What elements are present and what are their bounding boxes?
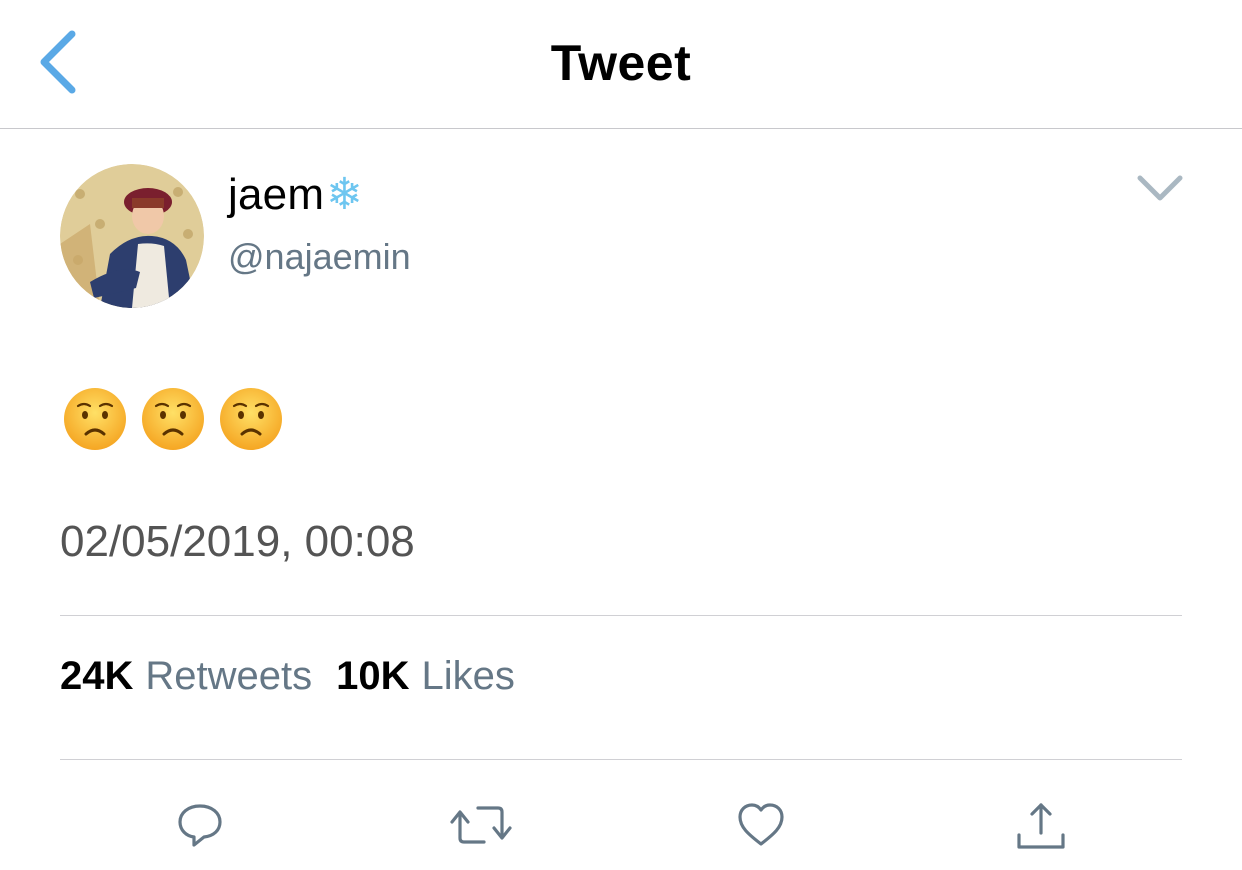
share-icon xyxy=(1017,803,1065,849)
worried-face-icon xyxy=(64,388,126,450)
divider xyxy=(60,615,1182,616)
retweet-button[interactable] xyxy=(446,790,516,860)
tweet-actions xyxy=(0,790,1242,860)
reply-icon xyxy=(178,804,222,847)
retweets-count: 24K xyxy=(60,654,134,698)
author-display-name[interactable]: jaem ❄ xyxy=(228,170,363,220)
author-handle[interactable]: @najaemin xyxy=(228,236,411,278)
like-button[interactable] xyxy=(726,790,796,860)
likes-count: 10K xyxy=(336,654,410,698)
page-title: Tweet xyxy=(550,35,692,91)
likes-label: Likes xyxy=(421,654,515,698)
like-icon xyxy=(738,803,784,846)
snowflake-icon: ❄ xyxy=(326,169,364,220)
retweets-stat[interactable]: 24K Retweets xyxy=(60,654,312,699)
tweet-options-button[interactable] xyxy=(1134,168,1186,208)
worried-face-icon xyxy=(220,388,282,450)
display-name-text: jaem xyxy=(228,170,325,219)
avatar[interactable] xyxy=(60,164,204,308)
likes-stat[interactable]: 10K Likes xyxy=(336,654,515,699)
navigation-bar: Tweet xyxy=(0,0,1242,129)
retweets-label: Retweets xyxy=(145,654,313,698)
chevron-down-icon xyxy=(1137,175,1183,201)
reply-button[interactable] xyxy=(165,790,235,860)
tweet-stats: 24K Retweets 10K Likes xyxy=(60,654,539,699)
worried-face-icon xyxy=(142,388,204,450)
tweet-timestamp: 02/05/2019, 00:08 xyxy=(60,517,415,566)
tweet-text xyxy=(62,386,284,452)
divider xyxy=(60,759,1182,760)
retweet-icon xyxy=(450,806,512,844)
share-button[interactable] xyxy=(1006,790,1076,860)
